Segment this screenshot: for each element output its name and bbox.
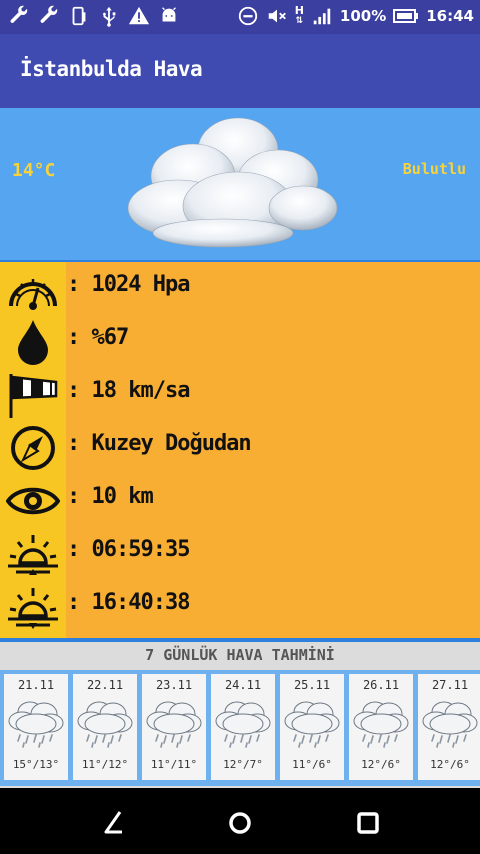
signal-icon — [313, 8, 331, 25]
cloud-icon — [127, 117, 338, 248]
sunrise-value: : 06:59:35 — [67, 537, 190, 562]
usb-icon — [103, 6, 116, 27]
forecast-temps: 15°/13° — [12, 758, 60, 771]
do-not-disturb-icon — [238, 6, 257, 26]
visibility-row: : 10 km — [0, 474, 480, 527]
forecast-day-card[interactable]: 25.11 11°/6° — [280, 674, 344, 780]
wind-speed-row: : 18 km/sa — [0, 368, 480, 421]
sunset-value: : 16:40:38 — [67, 590, 190, 615]
forecast-temps: 12°/6° — [430, 758, 470, 771]
forecast-date: 25.11 — [293, 678, 331, 692]
mute-icon — [268, 9, 286, 23]
clock: 16:44 — [426, 7, 474, 25]
weather-details: : 1024 Hpa : %67 : 18 km/sa : Kuzey Doğu… — [0, 262, 480, 638]
forecast-day-card[interactable]: 24.11 12°/7° — [211, 674, 275, 780]
warning-icon — [128, 6, 150, 25]
forecast-date: 23.11 — [155, 678, 193, 692]
forecast-header: 7 GÜNLÜK HAVA TAHMİNİ — [145, 646, 335, 664]
home-button[interactable] — [225, 808, 255, 838]
forecast-day-card[interactable]: 27.11 12°/6° — [418, 674, 480, 780]
current-condition: Bulutlu — [402, 160, 466, 178]
page-title: İstanbulda Hava — [20, 57, 203, 81]
status-bar: H ⇅ 100% 16:44 — [0, 0, 480, 34]
humidity-value: : %67 — [67, 325, 129, 350]
data-arrows-icon: ⇅ — [295, 16, 304, 26]
navigation-bar — [0, 790, 480, 854]
humidity-drop-icon — [18, 320, 48, 365]
wind-direction-row: : Kuzey Doğudan — [0, 421, 480, 474]
rain-cloud-icon — [8, 701, 64, 748]
app-bar: İstanbulda Hava — [0, 34, 480, 108]
forecast-date: 21.11 — [17, 678, 55, 692]
current-weather-panel: 14°C Bulutlu — [0, 108, 480, 262]
network-h-icon: H ⇅ — [294, 4, 304, 26]
forecast-day-card[interactable]: 22.11 11°/12° — [73, 674, 137, 780]
forecast-date: 27.11 — [431, 678, 469, 692]
forecast-date: 22.11 — [86, 678, 124, 692]
barometer-icon — [9, 279, 57, 310]
rain-cloud-icon — [77, 701, 133, 748]
pressure-value: : 1024 Hpa — [67, 272, 190, 297]
rain-cloud-icon — [146, 701, 202, 748]
network-type-label: H — [294, 4, 304, 17]
sunrise-row: : 06:59:35 — [0, 527, 480, 580]
rain-cloud-icon — [215, 701, 271, 748]
forecast-day-card[interactable]: 21.11 15°/13° — [4, 674, 68, 780]
wrench-icon — [40, 5, 58, 23]
forecast-temps: 11°/6° — [292, 758, 332, 771]
forecast-temps: 11°/11° — [150, 758, 198, 771]
recents-button[interactable] — [353, 808, 383, 838]
windsock-icon — [9, 374, 58, 418]
wind-speed-value: : 18 km/sa — [67, 378, 190, 403]
rain-cloud-icon — [422, 701, 478, 748]
forecast-date: 24.11 — [224, 678, 262, 692]
forecast-day-card[interactable]: 26.11 12°/6° — [349, 674, 413, 780]
forecast-temps: 12°/6° — [361, 758, 401, 771]
back-button[interactable] — [98, 808, 128, 838]
forecast-day-card[interactable]: 23.11 11°/11° — [142, 674, 206, 780]
forecast-temps: 11°/12° — [81, 758, 129, 771]
notification-icons — [8, 5, 180, 27]
wind-direction-value: : Kuzey Doğudan — [67, 431, 252, 456]
current-temperature: 14°C — [12, 160, 56, 181]
battery-percent: 100% — [339, 7, 387, 25]
rain-cloud-icon — [284, 701, 340, 748]
humidity-row: : %67 — [0, 315, 480, 368]
phone-portrait-icon — [72, 6, 86, 26]
forecast-section: 7 GÜNLÜK HAVA TAHMİNİ 21.11 15°/13° 22.11 1… — [0, 642, 480, 788]
sunset-row: : 16:40:38 — [0, 580, 480, 633]
sunset-icon — [8, 588, 58, 629]
visibility-eye-icon — [6, 487, 60, 515]
system-indicators: H ⇅ 100% 16:44 — [237, 5, 474, 27]
android-icon — [162, 7, 176, 22]
sunrise-icon — [8, 535, 58, 575]
forecast-temps: 12°/7° — [223, 758, 263, 771]
visibility-value: : 10 km — [67, 484, 154, 509]
battery-icon — [393, 9, 419, 23]
wrench-icon — [10, 5, 28, 23]
rain-cloud-icon — [353, 701, 409, 748]
compass-icon — [11, 426, 55, 470]
pressure-row: : 1024 Hpa — [0, 262, 480, 315]
forecast-date: 26.11 — [362, 678, 400, 692]
